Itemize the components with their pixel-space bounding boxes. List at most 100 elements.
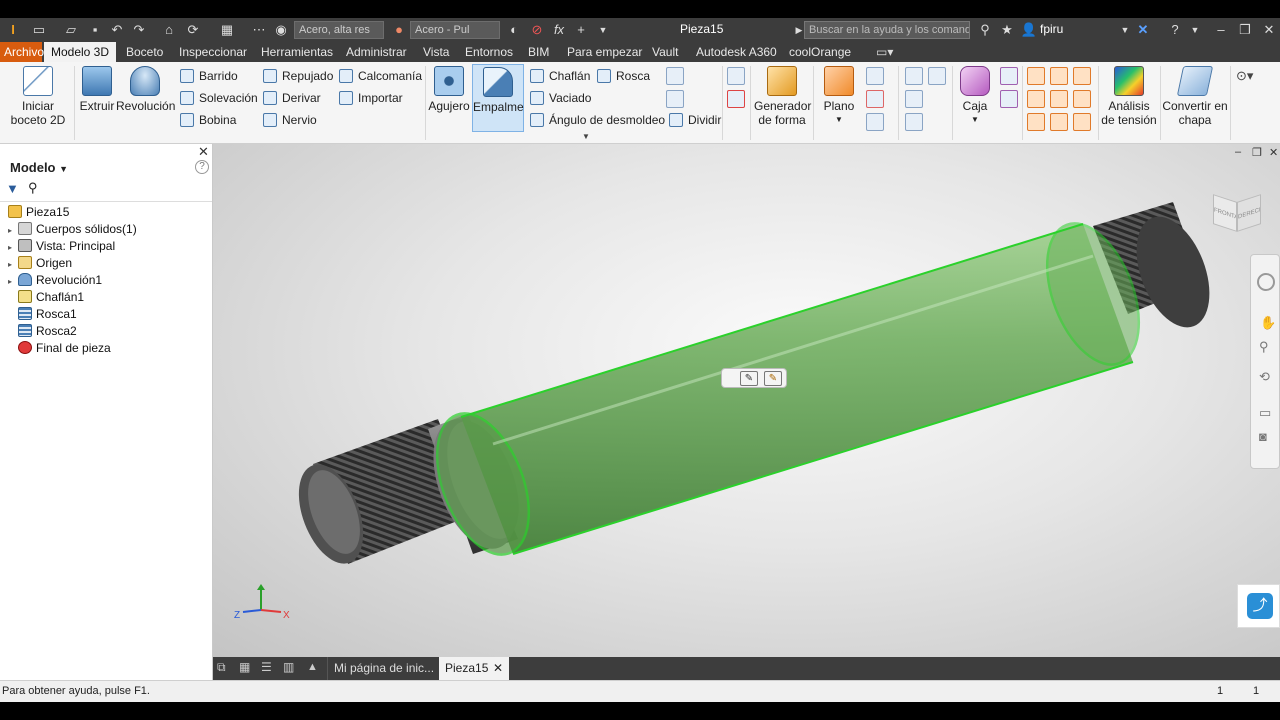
shape-generator-button[interactable]: Generador de forma (754, 66, 811, 127)
customize-dropdown-icon[interactable]: ▼ (594, 21, 612, 39)
tabs-menu-icon[interactable]: ▲ (307, 661, 318, 673)
close-panel-icon[interactable]: ✕ (198, 144, 209, 160)
copy-object-icon[interactable] (727, 67, 745, 85)
material-dropdown[interactable]: Acero, alta res (294, 21, 384, 39)
tab-vista[interactable]: Vista (419, 42, 453, 62)
chamfer-button[interactable]: Chaflán (530, 66, 590, 86)
tab-entornos[interactable]: Entornos (461, 42, 517, 62)
viewport-restore-icon[interactable]: ❐ (1252, 146, 1262, 159)
user-icon[interactable]: 👤 (1020, 21, 1038, 39)
tab-pieza15[interactable]: Pieza15 ✕ (439, 657, 509, 680)
share-button[interactable]: ⤴ (1237, 584, 1280, 628)
edit-feature-icon[interactable]: ✎ (764, 371, 782, 386)
tab-coolorange[interactable]: coolOrange (785, 42, 855, 62)
revolve-button[interactable]: Revolución (116, 66, 175, 113)
draft-button[interactable]: Ángulo de desmoldeo (530, 110, 665, 130)
ruled-surface-icon[interactable] (1027, 113, 1045, 131)
user-name[interactable]: fpiru (1040, 22, 1063, 36)
add-icon[interactable]: + (572, 21, 590, 39)
pan-hand-icon[interactable]: ✋ (1260, 315, 1276, 331)
appearance-dropdown[interactable]: Acero - Pul (410, 21, 500, 39)
convert-sheet-button[interactable]: Convertir en chapa (1162, 66, 1228, 127)
viewport-close-icon[interactable]: ✕ (1269, 146, 1278, 159)
viewcube[interactable]: FRONTAL DERECHA (1211, 188, 1263, 234)
exchange-x-icon[interactable]: ✕ (1134, 21, 1152, 39)
extend-icon[interactable] (1073, 67, 1091, 85)
color-sphere-icon[interactable]: ● (390, 21, 408, 39)
filter-icon[interactable]: ▼ (6, 181, 19, 196)
tab-herramientas[interactable]: Herramientas (257, 42, 337, 62)
emboss-button[interactable]: Repujado (263, 66, 333, 86)
edit-sketch-icon[interactable]: ✎ (740, 371, 758, 386)
clear-appearance-icon[interactable]: ⊘ (528, 21, 546, 39)
stitch-icon[interactable] (1027, 90, 1045, 108)
binoculars-icon[interactable]: ⚲ (976, 21, 994, 39)
tree-item-thread2[interactable]: Rosca2 (18, 323, 77, 340)
select-icon[interactable]: ▦ (218, 21, 236, 39)
favorites-star-icon[interactable]: ★ (998, 21, 1016, 39)
panel-help-icon[interactable]: ? (195, 160, 209, 174)
close-tab-icon[interactable]: ✕ (493, 657, 503, 680)
decal-button[interactable]: Calcomanía (339, 66, 422, 86)
close-window-icon[interactable]: ✕ (1260, 21, 1278, 39)
tree-item-end-of-part[interactable]: Final de pieza (18, 340, 111, 357)
patch-icon[interactable] (1027, 67, 1045, 85)
orbit-icon[interactable]: ⟲ (1259, 369, 1270, 385)
minimize-icon[interactable]: – (1212, 21, 1230, 39)
expand-arrow-icon[interactable]: ▸ (8, 256, 18, 273)
sweep-button[interactable]: Barrido (180, 66, 238, 86)
user-dropdown-icon[interactable]: ▼ (1116, 21, 1134, 39)
axis-icon[interactable] (866, 67, 884, 85)
modify-expand-icon[interactable]: ▼ (582, 132, 590, 141)
tab-autodesk-a360[interactable]: Autodesk A360 (692, 42, 781, 62)
tile-grid-icon[interactable]: ▦ (239, 660, 250, 674)
home-icon[interactable]: ⌂ (160, 21, 178, 39)
fillet-button[interactable]: Empalme (472, 64, 524, 132)
redo-icon[interactable]: ↷ (130, 21, 148, 39)
mirror-icon[interactable] (928, 67, 946, 85)
point-icon[interactable] (866, 90, 884, 108)
repair-bodies-icon[interactable] (1073, 113, 1091, 131)
measure-icon[interactable]: ⋯ (250, 21, 268, 39)
tile-vertical-icon[interactable]: ▥ (283, 660, 294, 674)
inventor-logo-icon[interactable]: I (4, 21, 22, 39)
view-face-icon[interactable]: ◙ (1259, 429, 1267, 444)
tree-item-revolve[interactable]: ▸ Revolución1 (8, 272, 102, 289)
tile-cascade-icon[interactable]: ⧉ (217, 660, 226, 675)
plane-dropdown-icon[interactable]: ▼ (818, 113, 860, 127)
help-icon[interactable]: ? (1166, 21, 1184, 39)
sculpt-icon[interactable] (1050, 90, 1068, 108)
open-file-icon[interactable]: ▱ (62, 21, 80, 39)
freeform-edit-icon[interactable] (1000, 67, 1018, 85)
tab-vault[interactable]: Vault (648, 42, 682, 62)
tab-para-empezar[interactable]: Para empezar (563, 42, 646, 62)
tree-item-origin[interactable]: ▸ Origen (8, 255, 72, 272)
trim-icon[interactable] (1050, 67, 1068, 85)
tile-horizontal-icon[interactable]: ☰ (261, 660, 272, 674)
appearance-icon[interactable]: ◉ (272, 21, 290, 39)
parameters-fx-icon[interactable]: fx (550, 21, 568, 39)
loft-button[interactable]: Solevación (180, 88, 258, 108)
steering-wheel-icon[interactable] (1257, 273, 1275, 291)
thicken-icon[interactable] (666, 90, 684, 108)
tab-boceto[interactable]: Boceto (122, 42, 167, 62)
viewcube-right-face[interactable]: DERECHA (1237, 194, 1261, 232)
adjust-icon[interactable]: ◐ (505, 21, 523, 39)
plane-button[interactable]: Plano ▼ (818, 66, 860, 127)
box-dropdown-icon[interactable]: ▼ (956, 113, 994, 127)
ucs-icon[interactable] (866, 113, 884, 131)
tree-item-chamfer[interactable]: Chaflán1 (18, 289, 84, 306)
save-icon[interactable]: ▪ (86, 21, 104, 39)
import-button[interactable]: Importar (339, 88, 403, 108)
box-button[interactable]: Caja ▼ (956, 66, 994, 127)
tab-bim[interactable]: BIM (524, 42, 553, 62)
restore-icon[interactable]: ❐ (1236, 21, 1254, 39)
find-binoculars-icon[interactable]: ⚲ (28, 180, 38, 196)
viewport-minimize-icon[interactable]: – (1235, 146, 1241, 158)
selected-cylinder-body[interactable] (419, 211, 1157, 568)
panel-title[interactable]: Modelo ▼ (10, 160, 68, 175)
start-sketch-button[interactable]: Iniciar boceto 2D (6, 66, 70, 127)
viewcube-front-face[interactable]: FRONTAL (1213, 194, 1237, 232)
extrude-button[interactable]: Extruir (78, 66, 116, 113)
hole-button[interactable]: Agujero (428, 66, 470, 113)
